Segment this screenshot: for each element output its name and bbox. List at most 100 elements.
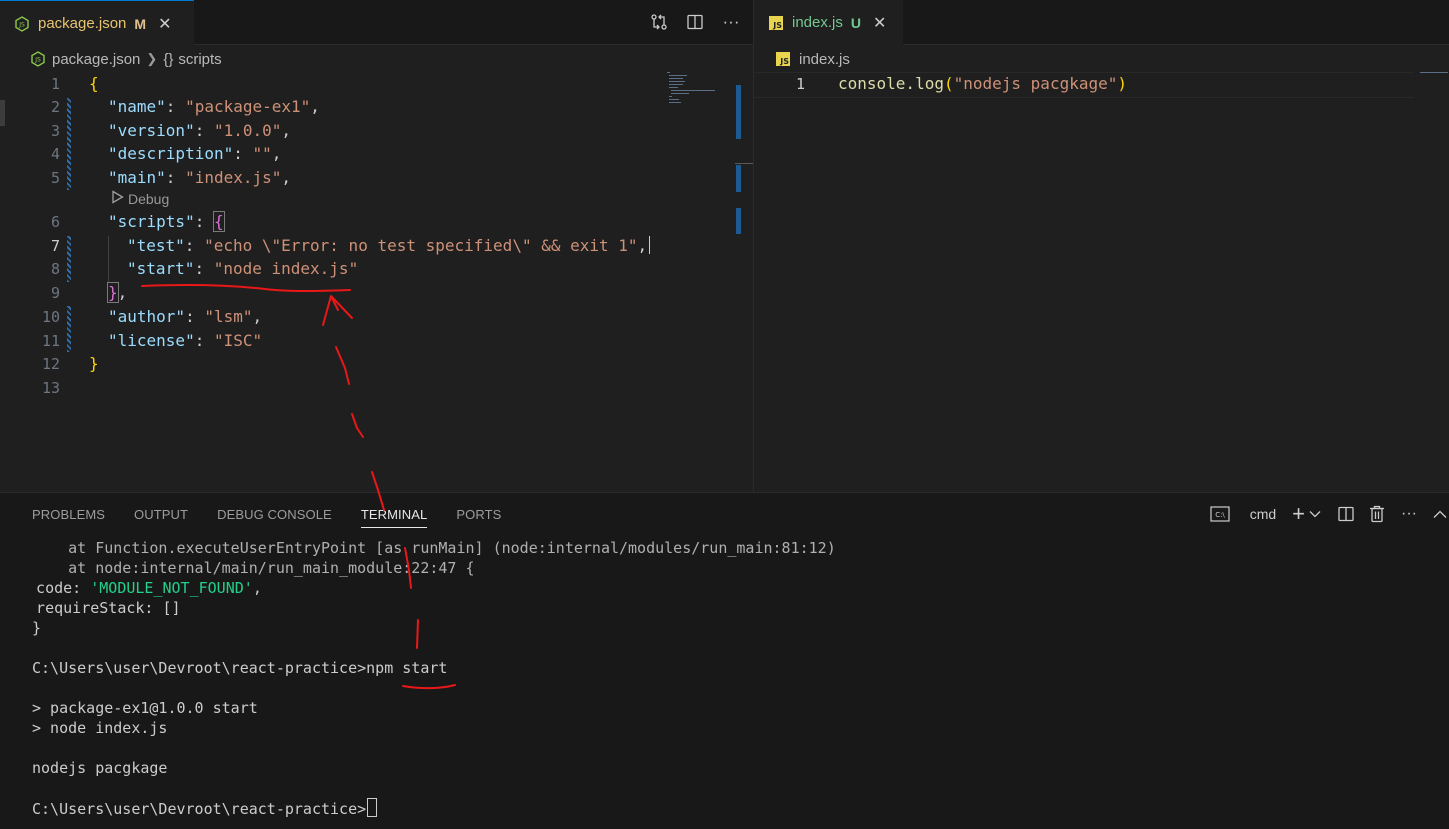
- terminal-line: at Function.executeUserEntryPoint [as ru…: [32, 538, 836, 558]
- line-number: 9: [50, 284, 60, 302]
- git-change-marker: [67, 236, 71, 282]
- terminal-line: nodejs pacgkage: [32, 759, 168, 777]
- json-value: "1.0.0": [213, 121, 282, 140]
- tab-terminal[interactable]: TERMINAL: [360, 493, 428, 535]
- breadcrumb: JS package.json ❯ {} scripts: [30, 46, 222, 72]
- new-terminal-icon[interactable]: +: [1292, 501, 1305, 527]
- json-key: "author": [108, 307, 186, 326]
- error-code: 'MODULE_NOT_FOUND': [90, 579, 253, 597]
- line-number: 12: [41, 355, 60, 373]
- terminal-line: at node:internal/main/run_main_module:22…: [32, 558, 474, 578]
- code-line[interactable]: "author": "lsm",: [108, 307, 262, 326]
- js-string: "nodejs pacgkage": [953, 74, 1118, 93]
- tab-label: index.js: [792, 14, 843, 31]
- line-number: 2: [50, 98, 60, 116]
- chevron-right-icon: ❯: [146, 51, 158, 66]
- code-line[interactable]: console.log("nodejs pacgkage"): [838, 74, 1127, 93]
- svg-text:JS: JS: [18, 21, 25, 28]
- more-actions-icon[interactable]: ···: [720, 11, 742, 33]
- line-number: 10: [41, 308, 60, 326]
- brace: }: [107, 282, 119, 303]
- text-cursor: [649, 236, 651, 254]
- code-line[interactable]: }: [89, 354, 99, 373]
- more-actions-icon[interactable]: ···: [1401, 505, 1417, 523]
- brace: }: [89, 354, 99, 373]
- right-editor-group: JS index.js U ✕ JS index.js 1 console.lo…: [754, 0, 1449, 492]
- breadcrumb-symbol[interactable]: scripts: [178, 51, 221, 68]
- line-number: 6: [50, 213, 60, 231]
- line-number: 3: [50, 122, 60, 140]
- indent-guide: [108, 236, 109, 282]
- code-line[interactable]: "version": "1.0.0",: [108, 121, 291, 140]
- json-value: "index.js": [185, 168, 282, 187]
- line-number: 13: [41, 379, 60, 397]
- split-terminal-icon[interactable]: [1337, 505, 1355, 523]
- git-change-marker: [67, 306, 71, 352]
- json-value: "package-ex1": [185, 97, 311, 116]
- json-value: "echo \"Error: no test specified\" && ex…: [204, 236, 638, 255]
- split-editor-icon[interactable]: [684, 11, 706, 33]
- json-key: "license": [108, 331, 195, 350]
- code-line[interactable]: "license": "ISC": [108, 331, 262, 350]
- tab-index-js[interactable]: JS index.js U ✕: [754, 0, 903, 45]
- git-change-marker: [67, 98, 71, 190]
- json-key: "name": [108, 97, 166, 116]
- chevron-down-icon[interactable]: [1309, 510, 1321, 518]
- debug-codelens[interactable]: Debug: [111, 190, 169, 207]
- tab-problems[interactable]: PROBLEMS: [32, 493, 105, 535]
- code-line[interactable]: {: [89, 74, 99, 93]
- tab-ports[interactable]: PORTS: [456, 493, 501, 535]
- right-tab-bar: JS index.js U ✕: [754, 0, 1449, 45]
- tab-output[interactable]: OUTPUT: [134, 493, 188, 535]
- breadcrumb-file[interactable]: index.js: [799, 51, 850, 68]
- shell-label: cmd: [1249, 506, 1277, 522]
- code-line[interactable]: "name": "package-ex1",: [108, 97, 320, 116]
- code-line[interactable]: "description": "",: [108, 144, 281, 163]
- code-line[interactable]: "start": "node index.js": [127, 259, 358, 278]
- play-icon: [111, 190, 124, 207]
- prompt-text: C:\Users\user\Devroot\react-practice>: [32, 800, 367, 818]
- js-function: console.log: [838, 74, 944, 93]
- tab-debug-console[interactable]: DEBUG CONSOLE: [217, 493, 332, 535]
- chevron-up-icon[interactable]: [1433, 510, 1447, 519]
- stack-frame: at Function.executeUserEntryPoint [as ru…: [32, 539, 836, 557]
- code-line[interactable]: "main": "index.js",: [108, 168, 291, 187]
- terminal-line: code: 'MODULE_NOT_FOUND',: [18, 578, 262, 598]
- terminal-text: ,: [252, 579, 262, 597]
- terminal-cursor: [367, 798, 378, 817]
- paren: ): [1117, 74, 1128, 93]
- line-number: 5: [50, 169, 60, 187]
- line-number: 8: [50, 260, 60, 278]
- open-changes-icon[interactable]: [648, 11, 670, 33]
- panel-actions: C:\ cmd + ···: [1196, 493, 1449, 535]
- close-icon[interactable]: ✕: [158, 14, 171, 34]
- minimap[interactable]: [665, 70, 735, 130]
- json-key: "version": [108, 121, 195, 140]
- untracked-badge: U: [850, 14, 861, 31]
- code-line[interactable]: },: [107, 282, 127, 303]
- code-line[interactable]: "test": "echo \"Error: no test specified…: [127, 236, 651, 255]
- left-editor-group: JS package.json M ✕ ··· JS package.json …: [0, 0, 753, 492]
- terminal-prompt-line: C:\Users\user\Devroot\react-practice>: [32, 798, 378, 818]
- tab-label: package.json: [38, 15, 127, 32]
- close-icon[interactable]: ✕: [873, 13, 886, 33]
- breadcrumb-file[interactable]: package.json: [52, 51, 140, 68]
- trash-icon[interactable]: [1369, 505, 1385, 523]
- breadcrumb: JS index.js: [776, 46, 850, 72]
- sash-marker: [0, 100, 5, 126]
- json-value: "lsm": [204, 307, 253, 326]
- terminal-cmd-icon: C:\: [1210, 506, 1230, 522]
- terminal-line: > node index.js: [32, 719, 168, 737]
- nodejs-icon: JS: [30, 51, 46, 67]
- bottom-panel: PROBLEMS OUTPUT DEBUG CONSOLE TERMINAL P…: [0, 492, 1449, 829]
- minimap[interactable]: [1418, 70, 1448, 80]
- modified-badge: M: [134, 15, 147, 32]
- code-line[interactable]: "scripts": {: [108, 211, 225, 232]
- line-number: 1: [50, 75, 60, 93]
- tab-package-json[interactable]: JS package.json M ✕: [0, 0, 194, 46]
- json-key: "main": [108, 168, 166, 187]
- brace: {: [89, 74, 99, 93]
- left-tab-bar: JS package.json M ✕: [0, 0, 753, 46]
- terminal-shell-selector[interactable]: C:\ cmd: [1210, 506, 1276, 522]
- svg-text:C:\: C:\: [1215, 511, 1225, 519]
